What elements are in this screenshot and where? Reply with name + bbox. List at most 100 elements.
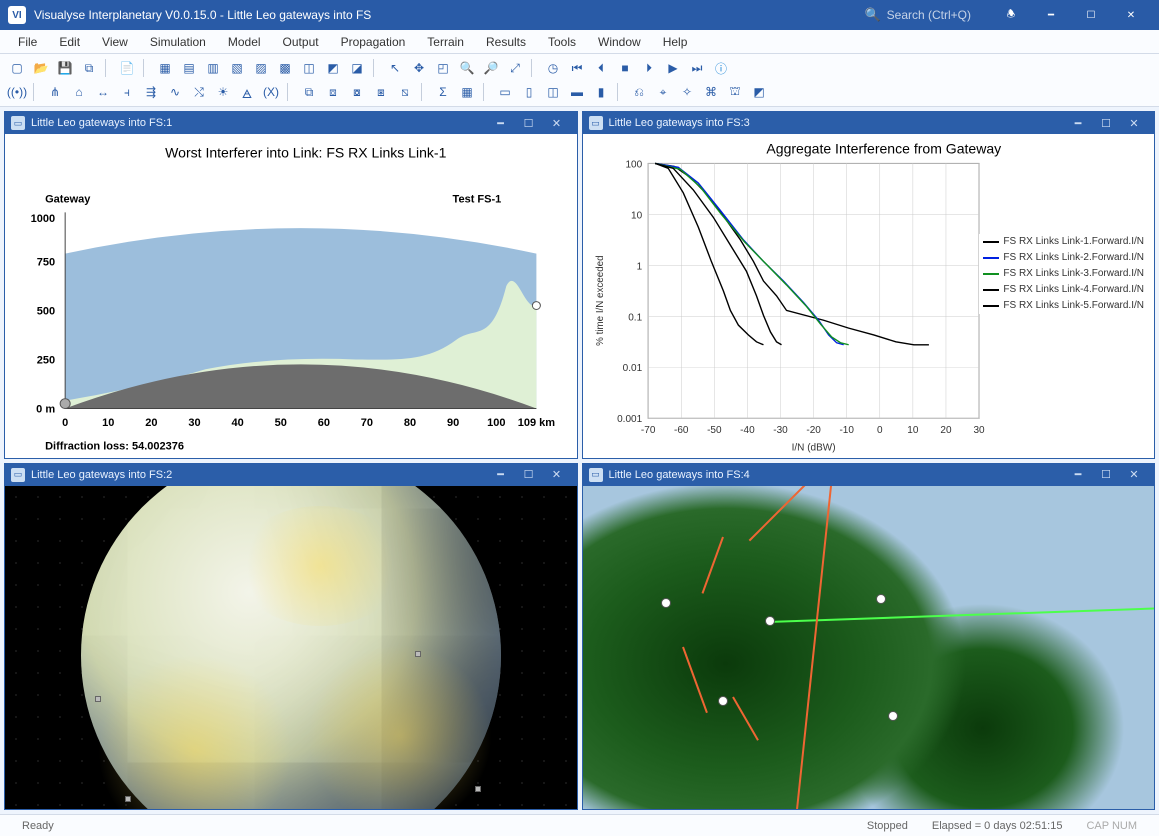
toolbar-ffwd-icon[interactable]: ⏭ <box>686 58 708 78</box>
maximize-button[interactable]: ☐ <box>1071 0 1111 30</box>
toolbar-link-icon[interactable]: ↔ <box>92 82 114 102</box>
toolbar-layout2-icon[interactable]: ▯ <box>518 82 540 102</box>
toolbar-antenna-icon[interactable]: ((•)) <box>6 82 28 102</box>
toolbar-shuffle-icon[interactable]: ⤭ <box>188 82 210 102</box>
pane1-close-button[interactable]: ✕ <box>543 117 571 130</box>
toolbar-gain-icon[interactable]: ☀ <box>212 82 234 102</box>
pane2-minimize-button[interactable]: ━ <box>487 468 515 481</box>
menu-model[interactable]: Model <box>218 32 271 52</box>
menu-view[interactable]: View <box>92 32 138 52</box>
toolbar-g5-icon[interactable]: ⧅ <box>394 82 416 102</box>
toolbar-view-text-icon[interactable]: ◪ <box>346 58 368 78</box>
toolbar-g3-icon[interactable]: ⧇ <box>346 82 368 102</box>
close-button[interactable]: ✕ <box>1111 0 1151 30</box>
toolbar-copy-icon[interactable]: 📄 <box>116 58 138 78</box>
pane1-maximize-button[interactable]: ☐ <box>515 117 543 130</box>
toolbar-view-terrain-icon[interactable]: ◫ <box>298 58 320 78</box>
toolbar-pan-icon[interactable]: ✥ <box>408 58 430 78</box>
pane2-maximize-button[interactable]: ☐ <box>515 468 543 481</box>
notifications-button[interactable]: 🕭 <box>991 0 1031 30</box>
toolbar-ex5-icon[interactable]: ⛫ <box>724 82 746 102</box>
toolbar-ex3-icon[interactable]: ✧ <box>676 82 698 102</box>
menu-help[interactable]: Help <box>653 32 698 52</box>
toolbar-ex1-icon[interactable]: ⎌ <box>628 82 650 102</box>
toolbar-layout3-icon[interactable]: ◫ <box>542 82 564 102</box>
svg-text:70: 70 <box>361 417 373 429</box>
pane1-minimize-button[interactable]: ━ <box>487 117 515 130</box>
menu-terrain[interactable]: Terrain <box>417 32 474 52</box>
pane3-close-button[interactable]: ✕ <box>1120 117 1148 130</box>
toolbar-view-path-icon[interactable]: ▩ <box>274 58 296 78</box>
menu-results[interactable]: Results <box>476 32 536 52</box>
toolbar-pointer-icon[interactable]: ↖ <box>384 58 406 78</box>
minimize-button[interactable]: ━ <box>1031 0 1071 30</box>
menu-tools[interactable]: Tools <box>538 32 586 52</box>
pane3-maximize-button[interactable]: ☐ <box>1092 117 1120 130</box>
pane4-minimize-button[interactable]: ━ <box>1064 468 1092 481</box>
toolbar-g2-icon[interactable]: ⧈ <box>322 82 344 102</box>
map-station-icon <box>661 598 671 608</box>
toolbar-orbit-icon[interactable]: ∿ <box>164 82 186 102</box>
satellite-icon <box>95 696 101 702</box>
svg-text:0.1: 0.1 <box>628 312 642 323</box>
pane4-maximize-button[interactable]: ☐ <box>1092 468 1120 481</box>
svg-text:-20: -20 <box>806 425 821 436</box>
pane2-title: Little Leo gateways into FS:2 <box>31 469 172 481</box>
toolbar-layout1-icon[interactable]: ▭ <box>494 82 516 102</box>
pane4-close-button[interactable]: ✕ <box>1120 468 1148 481</box>
toolbar-ex2-icon[interactable]: ⌖ <box>652 82 674 102</box>
toolbar-zoomin-icon[interactable]: 🔍 <box>456 58 478 78</box>
menu-output[interactable]: Output <box>273 32 329 52</box>
toolbar-stepback-icon[interactable]: ⏴ <box>590 58 612 78</box>
aggregate-interference-chart[interactable]: Aggregate Interference from Gateway <box>583 134 1155 458</box>
menu-propagation[interactable]: Propagation <box>331 32 416 52</box>
toolbar-view-chart-icon[interactable]: ▤ <box>178 58 200 78</box>
toolbar-stepfwd-icon[interactable]: ⏵ <box>638 58 660 78</box>
toolbar-new-icon[interactable]: ▢ <box>6 58 28 78</box>
toolbar-select-icon[interactable]: ◰ <box>432 58 454 78</box>
menu-file[interactable]: File <box>8 32 47 52</box>
toolbar-view-3d-icon[interactable]: ▧ <box>226 58 248 78</box>
toolbar-view-table-icon[interactable]: ▦ <box>154 58 176 78</box>
toolbar-variable-icon[interactable]: (X) <box>260 82 282 102</box>
toolbar-saveall-icon[interactable]: ⧉ <box>78 58 100 78</box>
toolbar-view-stats-icon[interactable]: ◩ <box>322 58 344 78</box>
search-box[interactable]: 🔍 Search (Ctrl+Q) <box>864 7 971 23</box>
toolbar-open-icon[interactable]: 📂 <box>30 58 52 78</box>
toolbar-stop-icon[interactable]: ■ <box>614 58 636 78</box>
toolbar-view-globe-icon[interactable]: ▨ <box>250 58 272 78</box>
svg-text:109 km: 109 km <box>518 417 556 429</box>
pane2-close-button[interactable]: ✕ <box>543 468 571 481</box>
toolbar-g4-icon[interactable]: ⧆ <box>370 82 392 102</box>
toolbar-info-icon[interactable]: ⓘ <box>710 58 732 78</box>
toolbar-view-map-icon[interactable]: ▥ <box>202 58 224 78</box>
toolbar-grid-icon[interactable]: ▦ <box>456 82 478 102</box>
toolbar-ex4-icon[interactable]: ⌘ <box>700 82 722 102</box>
satellite-icon <box>475 786 481 792</box>
menu-simulation[interactable]: Simulation <box>140 32 216 52</box>
toolbar-ex6-icon[interactable]: ◩ <box>748 82 770 102</box>
toolbar-clock-icon[interactable]: ◷ <box>542 58 564 78</box>
toolbar-sigma-icon[interactable]: Σ <box>432 82 454 102</box>
toolbar-beams-icon[interactable]: ⫞ <box>116 82 138 102</box>
toolbar-zoomout-icon[interactable]: 🔎 <box>480 58 502 78</box>
map-2d-view[interactable] <box>583 486 1155 810</box>
status-caps: CAP NUM <box>1074 820 1149 832</box>
terrain-profile-chart[interactable]: Worst Interferer into Link: FS RX Links … <box>5 134 577 458</box>
menu-edit[interactable]: Edit <box>49 32 90 52</box>
toolbar-station-icon[interactable]: ⌂ <box>68 82 90 102</box>
toolbar-save-icon[interactable]: 💾 <box>54 58 76 78</box>
toolbar-rewind-icon[interactable]: ⏮ <box>566 58 588 78</box>
toolbar-g1-icon[interactable]: ⧉ <box>298 82 320 102</box>
toolbar-layout5-icon[interactable]: ▮ <box>590 82 612 102</box>
toolbar-tree-icon[interactable]: ⇶ <box>140 82 162 102</box>
toolbar-layout4-icon[interactable]: ▬ <box>566 82 588 102</box>
globe-3d-view[interactable] <box>5 486 577 810</box>
menu-window[interactable]: Window <box>588 32 651 52</box>
toolbar-time-icon[interactable]: 🜁 <box>236 82 258 102</box>
pane-globe-view: ▭ Little Leo gateways into FS:2 ━ ☐ ✕ <box>4 463 578 811</box>
toolbar-zoomfit-icon[interactable]: ⤢ <box>504 58 526 78</box>
toolbar-play-icon[interactable]: ▶ <box>662 58 684 78</box>
pane3-minimize-button[interactable]: ━ <box>1064 117 1092 130</box>
toolbar-network-icon[interactable]: ⋔ <box>44 82 66 102</box>
